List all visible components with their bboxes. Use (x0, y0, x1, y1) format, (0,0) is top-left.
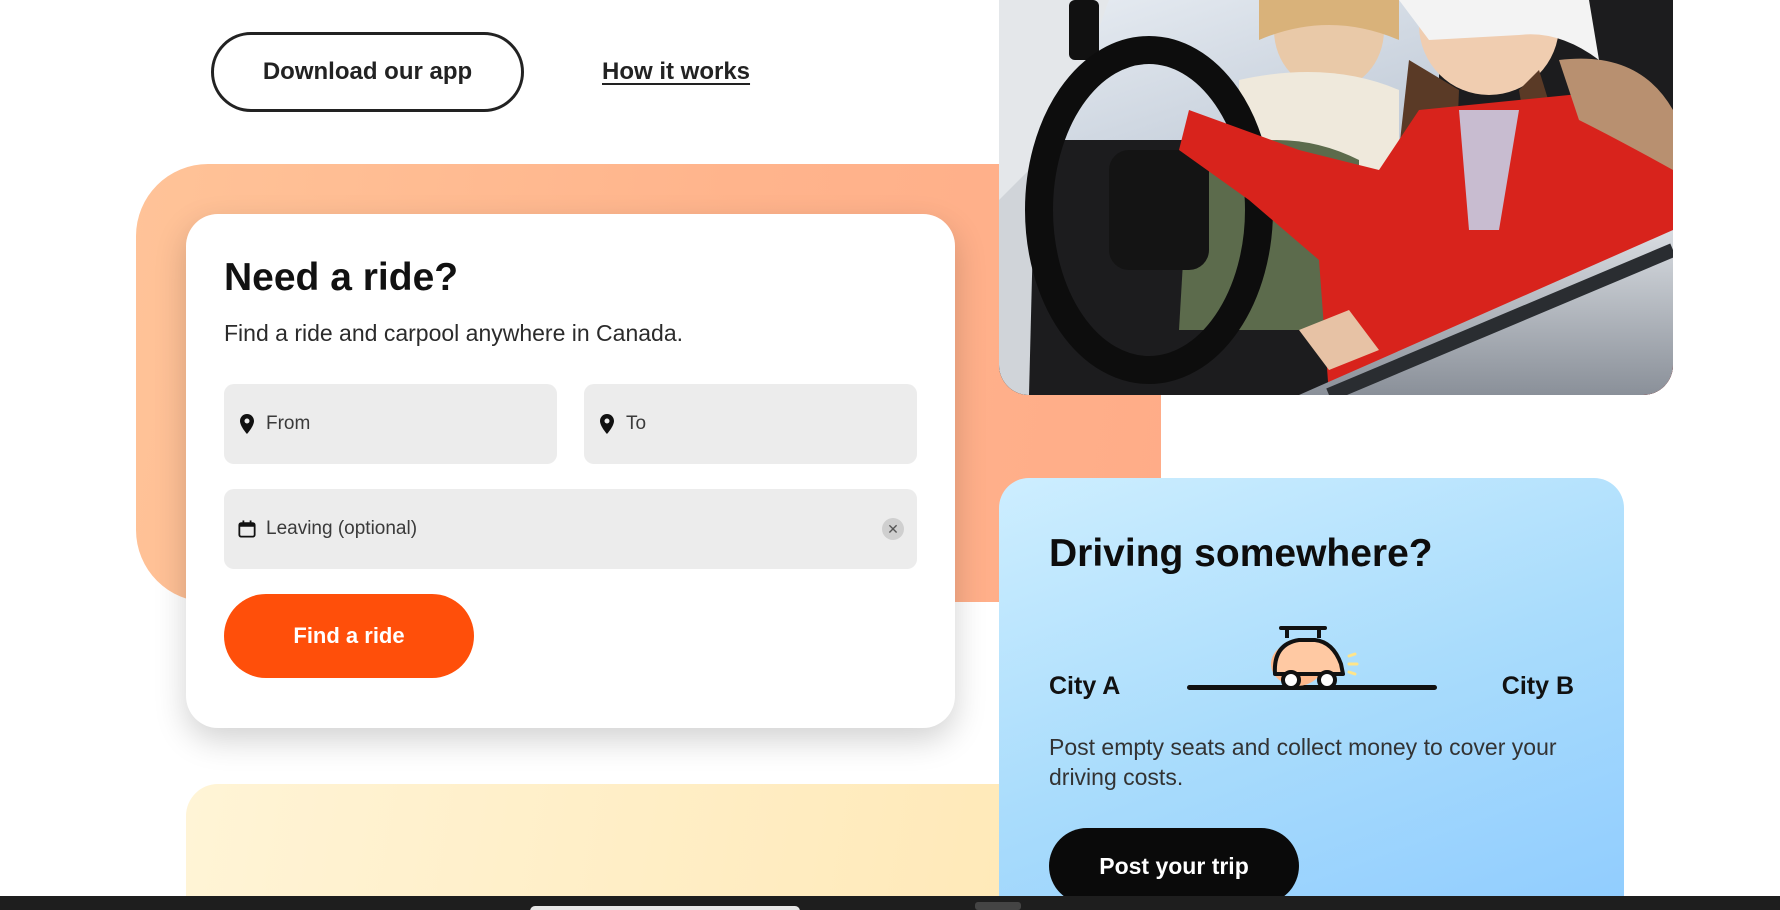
taskbar-app-icon[interactable] (975, 902, 1021, 910)
taskbar-search[interactable] (530, 906, 800, 910)
hero-photo (999, 0, 1673, 395)
driving-card: Driving somewhere? City A City B Post em… (999, 478, 1624, 910)
taskbar (0, 896, 1780, 910)
driving-description: Post empty seats and collect money to co… (1049, 734, 1557, 790)
leaving-date-field[interactable]: Leaving (optional) ✕ (224, 489, 917, 569)
yellow-promo-card (186, 784, 1016, 910)
post-trip-button[interactable]: Post your trip (1049, 828, 1299, 904)
clear-icon[interactable]: ✕ (882, 518, 904, 540)
city-a-label: City A (1049, 672, 1121, 700)
leaving-placeholder: Leaving (optional) (266, 518, 418, 539)
location-pin-icon (238, 413, 256, 435)
to-placeholder: To (626, 413, 647, 434)
ride-subtitle: Find a ride and carpool anywhere in Cana… (224, 320, 684, 346)
from-field[interactable]: From (224, 384, 557, 464)
how-it-works-link[interactable]: How it works (602, 58, 750, 86)
car-icon (1263, 618, 1363, 692)
from-placeholder: From (266, 413, 311, 434)
location-pin-icon (598, 413, 616, 435)
driving-title: Driving somewhere? (1049, 532, 1433, 575)
download-app-button[interactable]: Download our app (211, 32, 524, 112)
calendar-icon (238, 518, 256, 540)
ride-title: Need a ride? (224, 256, 459, 299)
ride-search-card: Need a ride? Find a ride and carpool any… (186, 214, 955, 728)
car-interior-illustration (999, 0, 1673, 395)
to-field[interactable]: To (584, 384, 917, 464)
city-b-label: City B (1501, 672, 1574, 700)
find-ride-button[interactable]: Find a ride (224, 594, 474, 678)
